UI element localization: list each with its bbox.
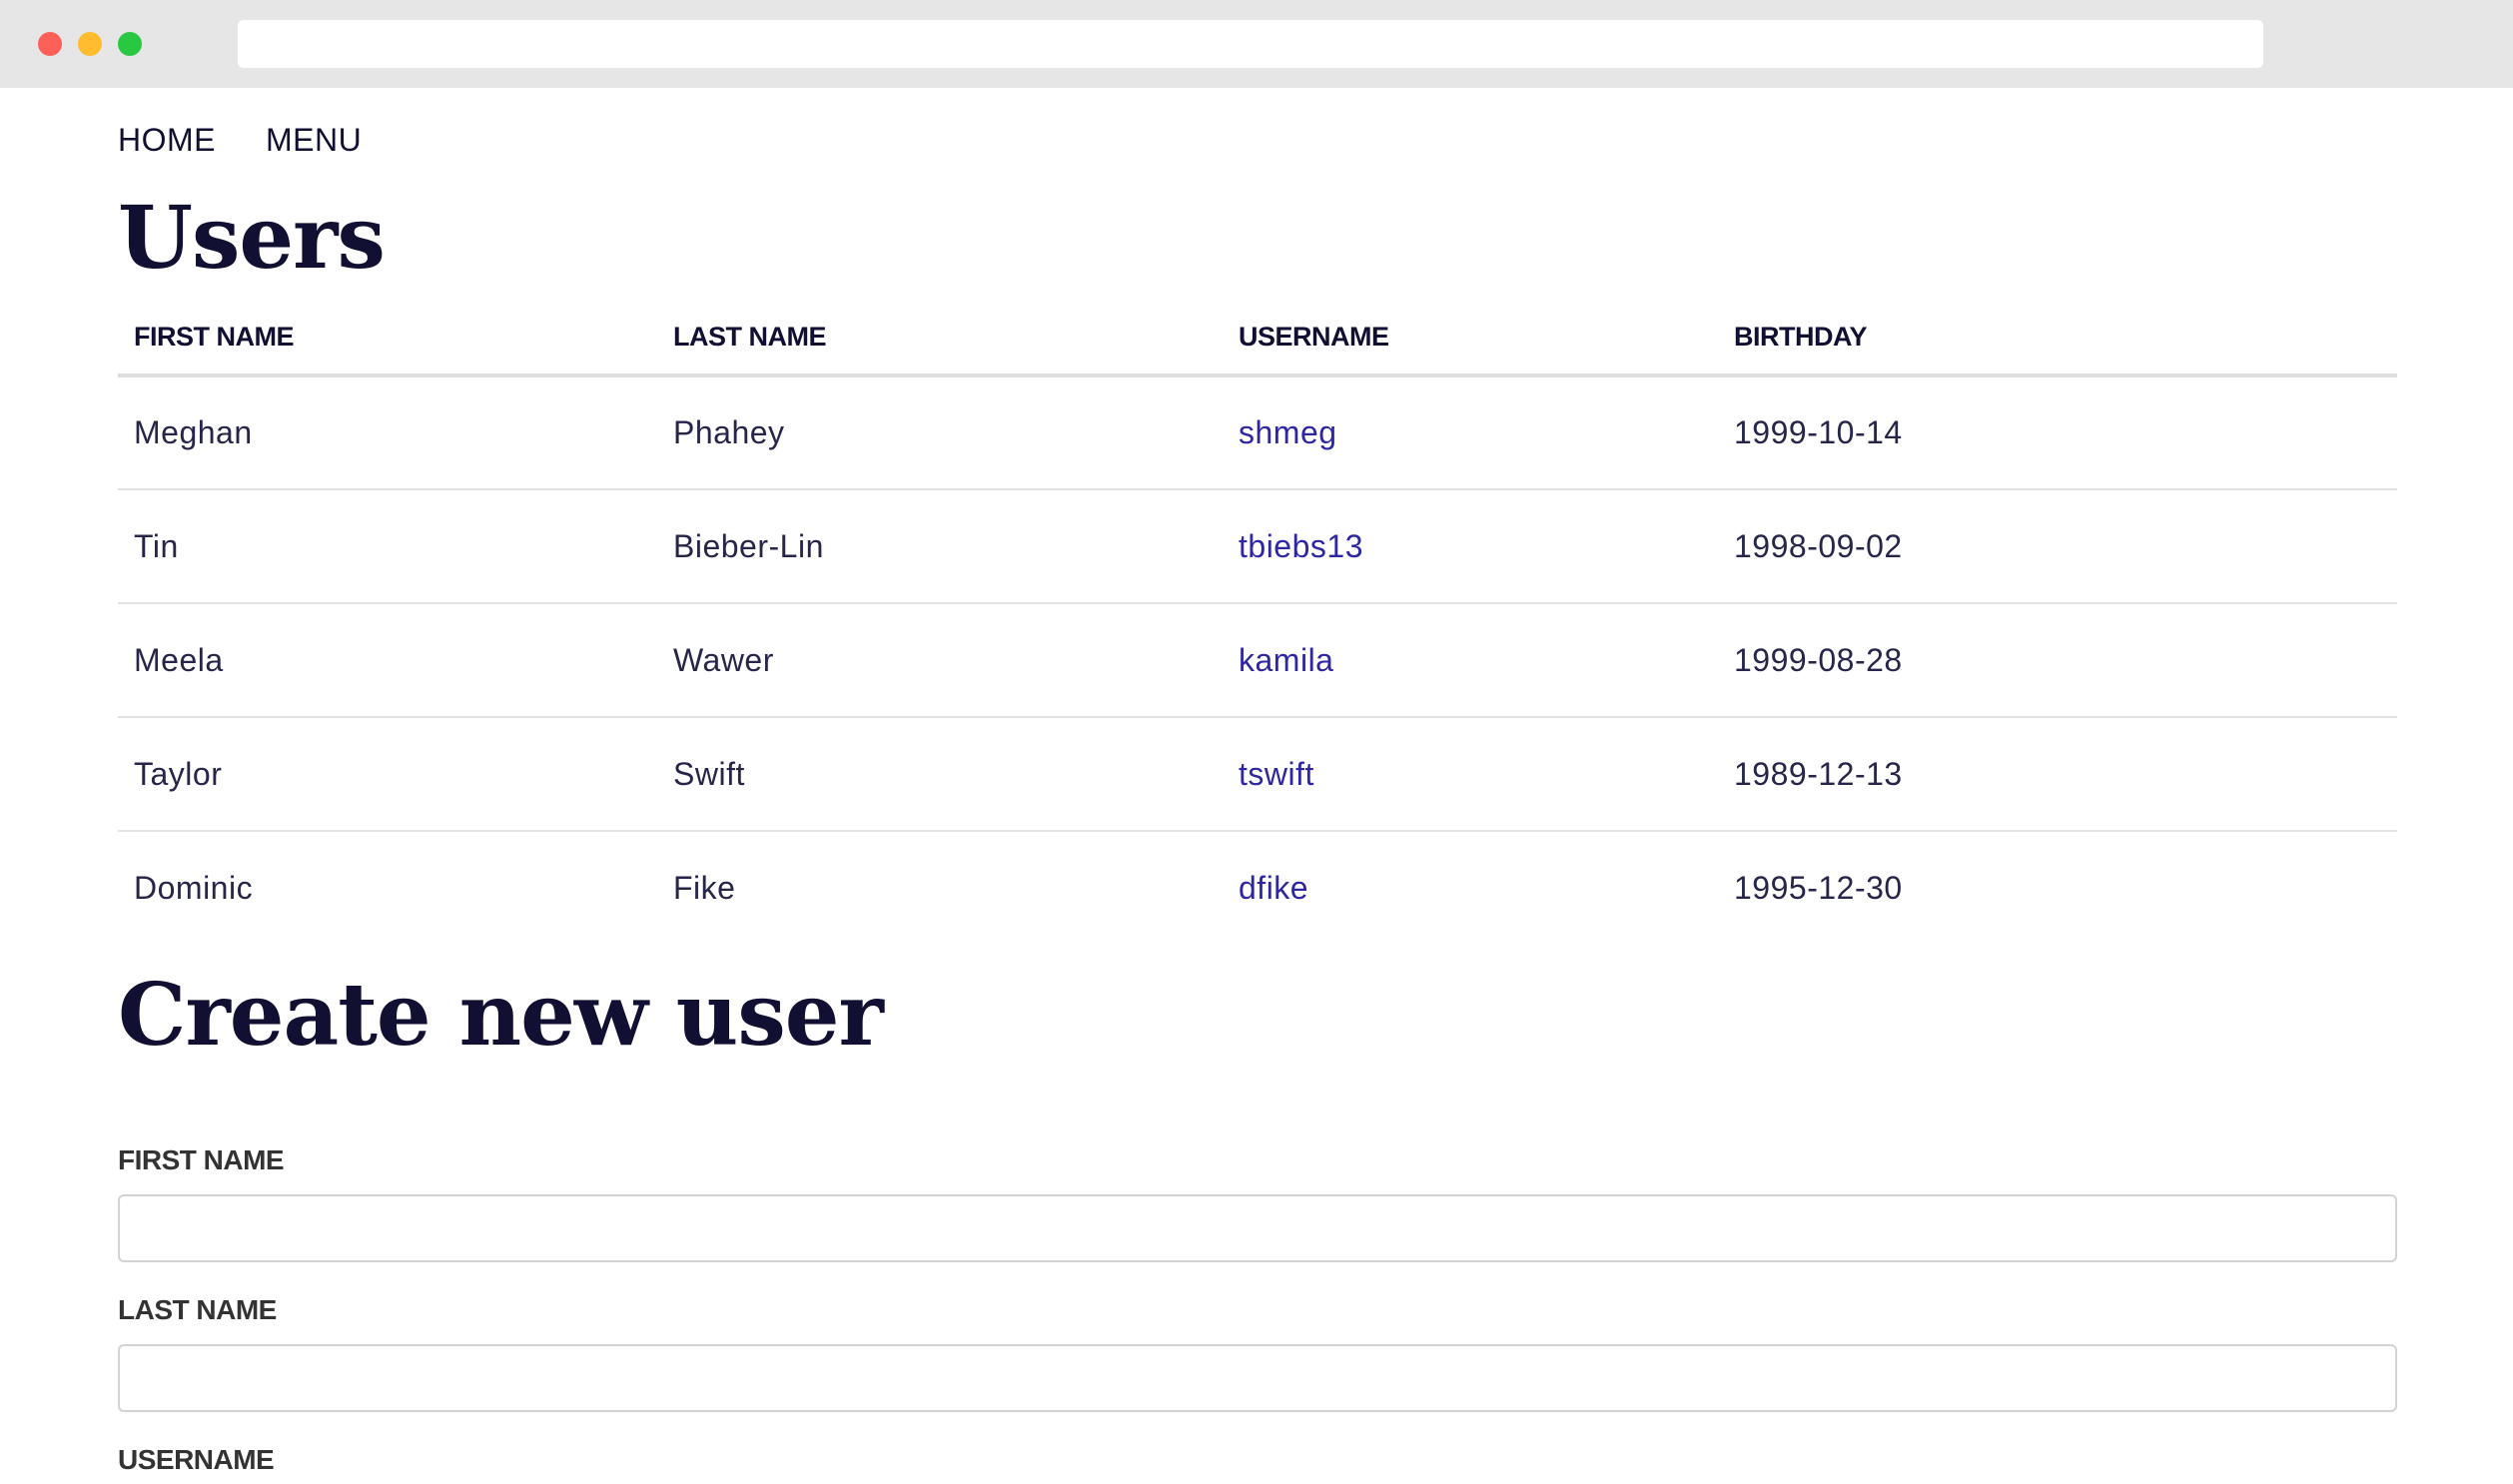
cell-first-name: Meela — [118, 603, 657, 718]
cell-last-name: Bieber-Lin — [657, 489, 1223, 604]
cell-birthday: 1999-08-28 — [1718, 603, 2397, 718]
username-label: USERNAME — [118, 1444, 275, 1475]
username-link[interactable]: tswift — [1239, 756, 1314, 792]
cell-last-name: Fike — [673, 870, 736, 906]
top-nav: HOME MENU — [118, 122, 362, 159]
create-user-heading: Create new user — [118, 965, 884, 1066]
browser-chrome — [0, 0, 2513, 88]
users-heading: Users — [118, 188, 386, 289]
header-username: USERNAME — [1223, 300, 1718, 377]
table-row: Taylor Swift tswift 1989-12-13 — [118, 717, 2397, 832]
header-birthday: BIRTHDAY — [1718, 300, 2397, 377]
username-link[interactable]: kamila — [1239, 642, 1333, 678]
table-row: Tin Bieber-Lin tbiebs13 1998-09-02 — [118, 489, 2397, 604]
cell-first-name: Meghan — [118, 375, 657, 490]
username-link[interactable]: tbiebs13 — [1239, 528, 1363, 564]
last-name-label: LAST NAME — [118, 1294, 277, 1325]
nav-home-link[interactable]: HOME — [118, 122, 216, 159]
cell-username: dfike — [1223, 831, 1718, 945]
cell-username: kamila — [1223, 603, 1718, 718]
header-last-name: LAST NAME — [657, 300, 1223, 377]
cell-first-name: Taylor — [118, 717, 657, 832]
cell-first-name: Dominic — [134, 870, 254, 906]
users-table: FIRST NAME LAST NAME USERNAME BIRTHDAY M… — [118, 300, 2397, 945]
cell-birthday: 1999-10-14 — [1718, 375, 2397, 490]
table-row: Dominic Fike dfike 1995-12-30 — [118, 831, 2397, 945]
cell-birthday: 1989-12-13 — [1718, 717, 2397, 832]
first-name-input[interactable] — [118, 1194, 2397, 1262]
nav-menu-link[interactable]: MENU — [266, 122, 362, 159]
table-row: Meela Wawer kamila 1999-08-28 — [118, 603, 2397, 718]
cell-first-name: Tin — [118, 489, 657, 604]
cell-username: tswift — [1223, 717, 1718, 832]
minimize-window-icon[interactable] — [78, 32, 102, 56]
maximize-window-icon[interactable] — [118, 32, 142, 56]
table-row: Meghan Phahey shmeg 1999-10-14 — [118, 375, 2397, 490]
cell-username: shmeg — [1223, 375, 1718, 490]
cell-last-name: Wawer — [657, 603, 1223, 718]
cell-username: tbiebs13 — [1223, 489, 1718, 604]
header-first-name: FIRST NAME — [118, 300, 657, 377]
table-header-row: FIRST NAME LAST NAME USERNAME BIRTHDAY — [118, 300, 2397, 377]
cell-birthday: 1998-09-02 — [1718, 489, 2397, 604]
close-window-icon[interactable] — [38, 32, 62, 56]
cell-last-name: Swift — [657, 717, 1223, 832]
address-bar[interactable] — [238, 20, 2263, 68]
last-name-input[interactable] — [118, 1344, 2397, 1412]
first-name-label: FIRST NAME — [118, 1144, 285, 1175]
cell-last-name: Phahey — [657, 375, 1223, 490]
cell-birthday: 1995-12-30 — [1734, 870, 1903, 906]
username-link[interactable]: dfike — [1239, 870, 1308, 906]
username-link[interactable]: shmeg — [1239, 414, 1337, 450]
